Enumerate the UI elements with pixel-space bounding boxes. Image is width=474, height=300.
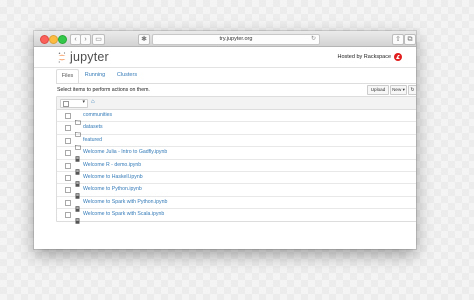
file-list-header: ▾ ⌂ (57, 97, 416, 110)
row-checkbox[interactable] (65, 125, 71, 132)
browser-window: ‹ › ▭ ✱ try.jupyter.org ↻ ⇧ ⧉ jupyter Ho… (34, 31, 416, 249)
tab-bar: Files Running Clusters (56, 69, 416, 84)
notebook-icon (75, 211, 81, 224)
notebook-icon (75, 199, 81, 212)
tabs-overview-icon[interactable]: ⧉ (404, 34, 416, 45)
file-link[interactable]: communities (83, 110, 112, 121)
file-row[interactable]: featured (57, 135, 416, 150)
tab-files[interactable]: Files (56, 69, 79, 84)
file-row[interactable]: Welcome Julia - Intro to Gadfly.ipynb (57, 147, 416, 162)
file-list: ▾ ⌂ communities datasets featured Welcome J… (56, 96, 416, 224)
notebook-icon (75, 186, 81, 200)
row-checkbox[interactable] (65, 174, 71, 181)
file-row[interactable]: Welcome to Spark with Scala.ipynb (57, 209, 416, 224)
browser-toolbar: ‹ › ▭ ✱ try.jupyter.org ↻ ⇧ ⧉ (34, 31, 416, 47)
notebook-icon (75, 162, 81, 175)
refresh-button[interactable]: ↻ (408, 85, 416, 95)
jupyter-logo-icon (58, 51, 66, 63)
file-link[interactable]: Welcome to Python.ipynb (83, 184, 142, 195)
hosted-by[interactable]: Hosted by Rackspace (337, 53, 402, 61)
file-link[interactable]: Welcome to Spark with Scala.ipynb (83, 209, 164, 220)
file-row[interactable]: Welcome R - demo.ipynb (57, 160, 416, 175)
new-dropdown-button[interactable]: New ▾ (390, 85, 407, 95)
row-checkbox[interactable] (65, 137, 71, 144)
share-icon[interactable]: ⇧ (392, 34, 404, 45)
notebook-icon (75, 149, 81, 162)
selection-hint: Select items to perform actions on them. (57, 87, 150, 93)
select-all-dropdown[interactable]: ▾ (60, 99, 88, 108)
rackspace-logo-icon (394, 53, 402, 61)
forward-button[interactable]: › (80, 34, 91, 45)
minimize-window-button[interactable] (49, 35, 58, 44)
hosted-by-text: Hosted by Rackspace (337, 54, 392, 60)
header-divider (34, 67, 416, 68)
file-link[interactable]: Welcome to Spark with Python.ipynb (83, 197, 167, 208)
row-checkbox[interactable] (65, 199, 71, 206)
file-link[interactable]: Welcome Julia - Intro to Gadfly.ipynb (83, 147, 167, 158)
row-checkbox[interactable] (65, 212, 71, 219)
file-link[interactable]: datasets (83, 122, 103, 133)
jupyter-logo[interactable]: jupyter (58, 50, 109, 64)
folder-icon (75, 112, 81, 125)
row-checkbox[interactable] (65, 150, 71, 157)
tab-clusters[interactable]: Clusters (112, 69, 142, 82)
jupyter-page: jupyter Hosted by Rackspace Files Runnin… (34, 47, 416, 249)
upload-button[interactable]: Upload (367, 85, 389, 95)
sidebar-toggle-icon[interactable]: ▭ (92, 34, 105, 45)
logo-text: jupyter (70, 50, 109, 64)
file-row[interactable]: Welcome to Haskell.ipynb (57, 172, 416, 187)
url-text: try.jupyter.org (219, 36, 253, 42)
address-bar[interactable]: try.jupyter.org ↻ (152, 34, 320, 45)
file-row[interactable]: Welcome to Spark with Python.ipynb (57, 197, 416, 212)
folder-icon (75, 137, 81, 150)
extension-icon[interactable]: ✱ (138, 34, 150, 45)
select-all-checkbox[interactable] (63, 101, 69, 107)
file-link[interactable]: Welcome to Haskell.ipynb (83, 172, 143, 183)
file-row[interactable]: datasets (57, 122, 416, 137)
folder-icon (75, 124, 81, 137)
chevron-down-icon: ▾ (82, 99, 85, 105)
close-window-button[interactable] (40, 35, 49, 44)
zoom-window-button[interactable] (58, 35, 67, 44)
tabs-divider (56, 83, 416, 84)
row-checkbox[interactable] (65, 187, 71, 194)
tab-running[interactable]: Running (80, 69, 110, 82)
reload-icon[interactable]: ↻ (311, 35, 316, 44)
notebook-icon (75, 174, 81, 187)
file-row[interactable]: communities (57, 110, 416, 125)
row-checkbox[interactable] (65, 162, 71, 169)
file-link[interactable]: featured (83, 135, 102, 146)
row-checkbox[interactable] (65, 113, 71, 119)
file-row[interactable]: Welcome to Python.ipynb (57, 184, 416, 200)
file-link[interactable]: Welcome R - demo.ipynb (83, 160, 141, 171)
home-folder-icon[interactable]: ⌂ (91, 99, 95, 105)
